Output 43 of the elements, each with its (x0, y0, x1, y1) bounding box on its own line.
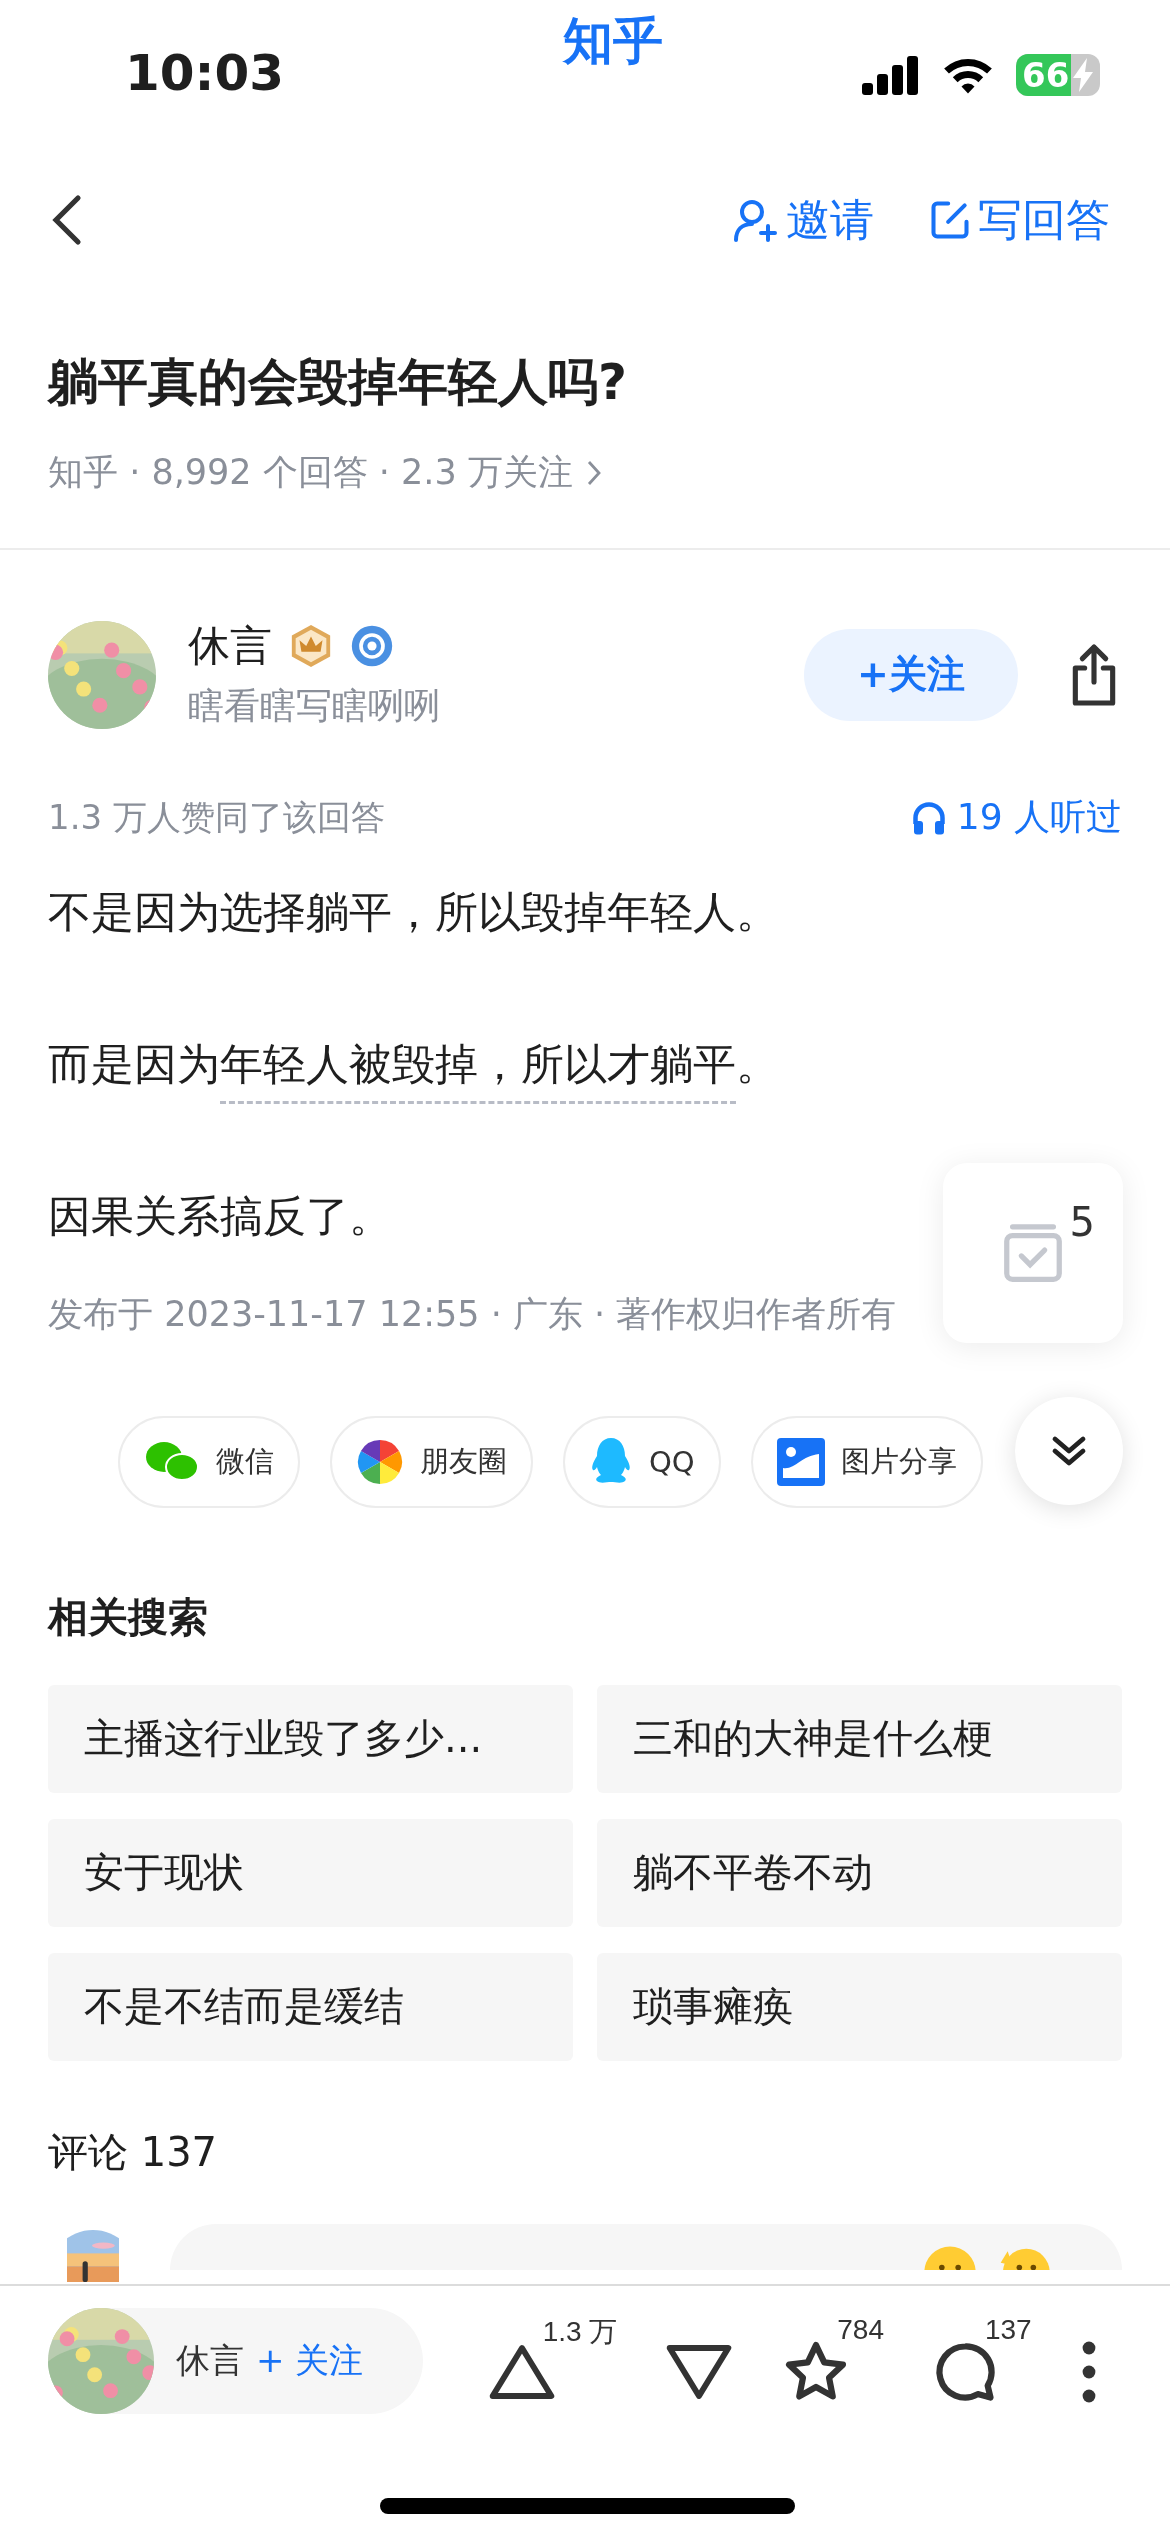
related-search-item[interactable]: 躺不平卷不动 (597, 1818, 1122, 1927)
favorite-button[interactable]: 784 (781, 2316, 884, 2406)
comments-title: 评论 137 (47, 2127, 219, 2177)
share-button[interactable]: 朋友圈 (330, 1415, 533, 1508)
comment-button[interactable]: 137 (930, 2316, 1032, 2406)
publish-info: 发布于 2023-11-17 12:55 · 广东 · 著作权归作者所有 (48, 1292, 897, 1336)
share-button[interactable]: 图片分享 (750, 1415, 983, 1508)
share-button[interactable]: QQ (563, 1415, 721, 1508)
floating-card[interactable]: 5 (943, 1163, 1123, 1343)
share-button[interactable]: 微信 (118, 1415, 300, 1508)
follow-button[interactable]: + 关注 (256, 2338, 364, 2384)
answer-paragraph: 不是因为选择躺平，所以毁掉年轻人。 (48, 886, 779, 939)
answer-paragraph: 因果关系搞反了。 (48, 1190, 392, 1244)
signal-icon (862, 55, 920, 95)
related-search-item[interactable]: 主播这行业毁了多少... (48, 1684, 573, 1793)
question-meta: 知乎 · 8,992 个回答 · 2.3 万关注 (48, 451, 573, 494)
headphones-icon (910, 799, 947, 836)
back-icon[interactable] (52, 194, 82, 246)
related-search-item[interactable]: 三和的大神是什么梗 (597, 1684, 1122, 1793)
agree-count: 1.3 万人赞同了该回答 (48, 795, 385, 839)
section-title: 相关搜索 (48, 1592, 208, 1642)
author-bio: 瞎看瞎写瞎咧咧 (188, 684, 441, 728)
listen-button[interactable]: 19 人听过 (910, 793, 1122, 842)
aperture-icon (356, 1437, 404, 1486)
keyword-link[interactable]: 年轻人被毁掉，所以才躺平 (220, 1039, 736, 1105)
circle-badge-icon (350, 624, 394, 668)
card-count: 5 (1069, 1199, 1095, 1245)
related-search-item[interactable]: 琐事瘫痪 (597, 1952, 1122, 2061)
write-answer-button[interactable]: 写回答 (928, 190, 1110, 250)
invite-button[interactable]: 邀请 (732, 190, 874, 250)
image-icon (776, 1437, 825, 1486)
question-title: 躺平真的会毁掉年轻人吗? (48, 352, 628, 413)
follow-button[interactable]: +关注 (804, 628, 1018, 721)
battery-icon: 66 (1016, 54, 1100, 96)
related-search-item[interactable]: 安于现状 (48, 1818, 573, 1927)
related-search-item[interactable]: 不是不结而是缓结 (48, 1952, 573, 2061)
app-label: 知乎 (562, 11, 663, 72)
author-name[interactable]: 休言 (188, 618, 272, 674)
upvote-button[interactable]: 1.3 万 (486, 2318, 618, 2404)
edit-icon (928, 198, 972, 242)
author-name[interactable]: 休言 (176, 2338, 244, 2384)
status-time: 10:03 (125, 44, 286, 102)
chevron-right-icon (586, 459, 601, 486)
